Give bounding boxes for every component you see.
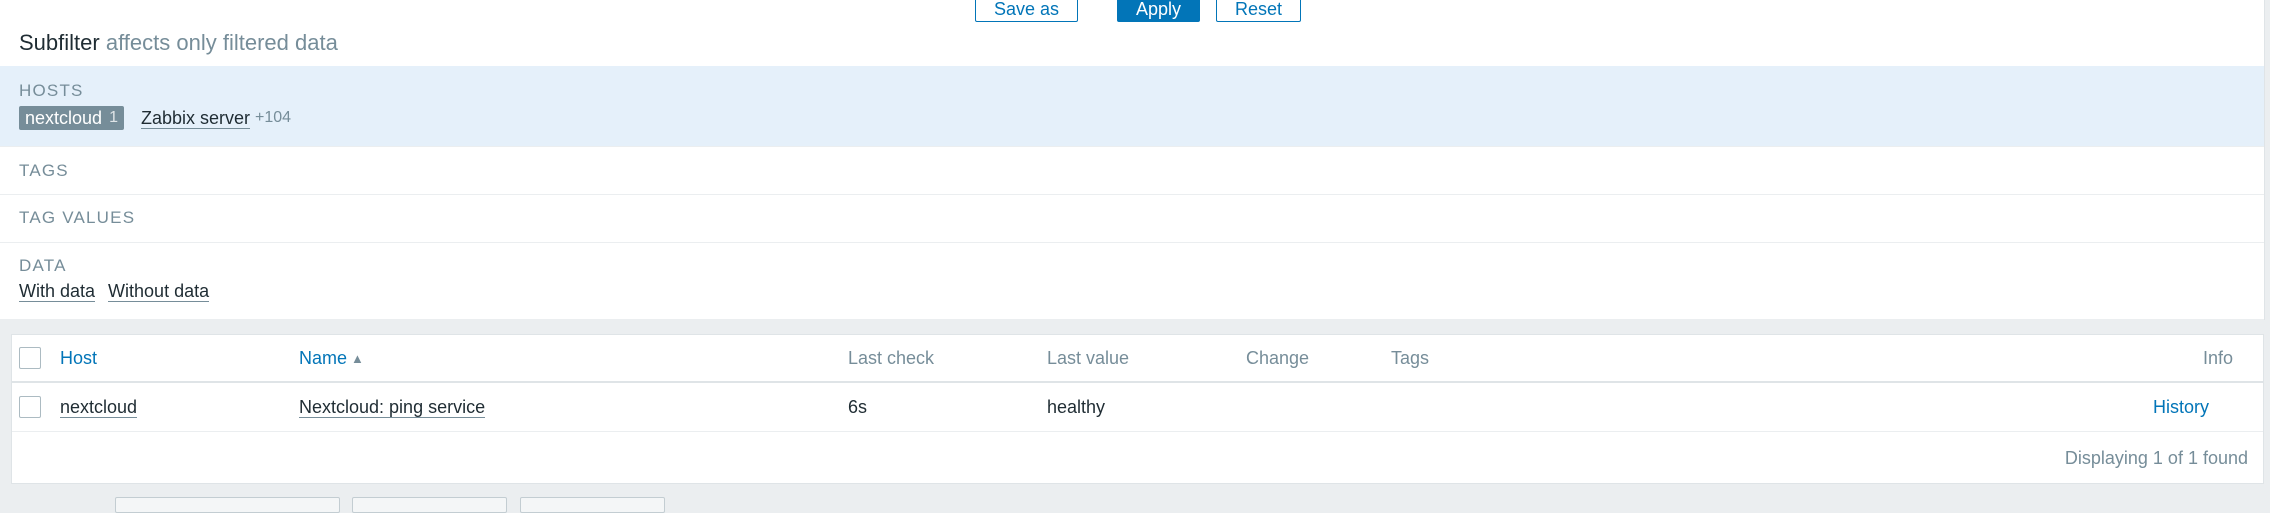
host-option-more-count: +104 [255, 109, 292, 126]
column-last-check: Last check [848, 347, 935, 368]
table-header: Host Name ▲ Last check Last value Change… [12, 335, 2263, 383]
column-host[interactable]: Host [60, 335, 97, 381]
row-name-link[interactable]: Nextcloud: ping service [299, 397, 486, 418]
data-option-with-data[interactable]: With data [19, 281, 96, 302]
column-info: Info [2202, 347, 2233, 368]
row-last-check: 6s [848, 396, 868, 417]
column-change: Change [1246, 347, 1310, 368]
host-chip-selected[interactable]: nextcloud 1 [19, 106, 124, 130]
subfilter-label: Subfilter [19, 30, 100, 55]
select-all-checkbox[interactable] [19, 347, 41, 369]
tag-values-label: TAG VALUES [19, 208, 136, 227]
data-options: With data Without data [19, 281, 210, 302]
table-footer-count: Displaying 1 of 1 found [2064, 447, 2248, 468]
row-name-cell: Nextcloud: ping service [299, 383, 486, 431]
row-last-value: healthy [1047, 396, 1106, 417]
row-host-link[interactable]: nextcloud [60, 397, 138, 418]
row-host-cell: nextcloud [60, 383, 138, 431]
select-all-cell [19, 335, 41, 381]
subfilter-hosts-section: HOSTS nextcloud 1 Zabbix server +104 [0, 66, 2264, 147]
host-chip-name: nextcloud [25, 107, 103, 128]
column-name[interactable]: Name ▲ [299, 335, 364, 381]
column-last-value: Last value [1047, 347, 1130, 368]
data-option-without-data[interactable]: Without data [108, 281, 210, 302]
apply-button[interactable]: Apply [1117, 0, 1200, 22]
column-tags: Tags [1391, 347, 1430, 368]
row-checkbox[interactable] [19, 396, 41, 418]
subfilter-title: Subfilter affects only filtered data [19, 30, 338, 56]
filter-panel: Save as Apply Reset Subfilter affects on… [0, 0, 2265, 320]
mass-action-button-2[interactable] [352, 497, 507, 513]
mass-action-button-1[interactable] [115, 497, 340, 513]
hosts-options: nextcloud 1 Zabbix server +104 [19, 106, 291, 130]
hosts-label: HOSTS [19, 81, 84, 100]
latest-data-table: Host Name ▲ Last check Last value Change… [11, 334, 2264, 484]
tags-label: TAGS [19, 161, 69, 180]
subfilter-tag-values-section: TAG VALUES [0, 195, 2264, 243]
host-chip-count: 1 [109, 109, 118, 126]
row-select-cell [19, 383, 41, 431]
save-as-button[interactable]: Save as [975, 0, 1078, 22]
column-name-label: Name [299, 347, 348, 368]
reset-button[interactable]: Reset [1216, 0, 1301, 22]
mass-action-button-3[interactable] [520, 497, 665, 513]
row-history-link[interactable]: History [2153, 383, 2209, 431]
subfilter-tags-section: TAGS [0, 147, 2264, 195]
host-option-zabbix-server[interactable]: Zabbix server [140, 108, 251, 129]
data-label: DATA [19, 256, 67, 275]
panel-divider [0, 320, 2264, 334]
sort-ascending-icon: ▲ [351, 350, 364, 366]
subfilter-hint: affects only filtered data [105, 30, 338, 55]
table-row: nextcloud Nextcloud: ping service 6s hea… [12, 383, 2263, 432]
subfilter-data-section: DATA With data Without data [0, 243, 2264, 320]
